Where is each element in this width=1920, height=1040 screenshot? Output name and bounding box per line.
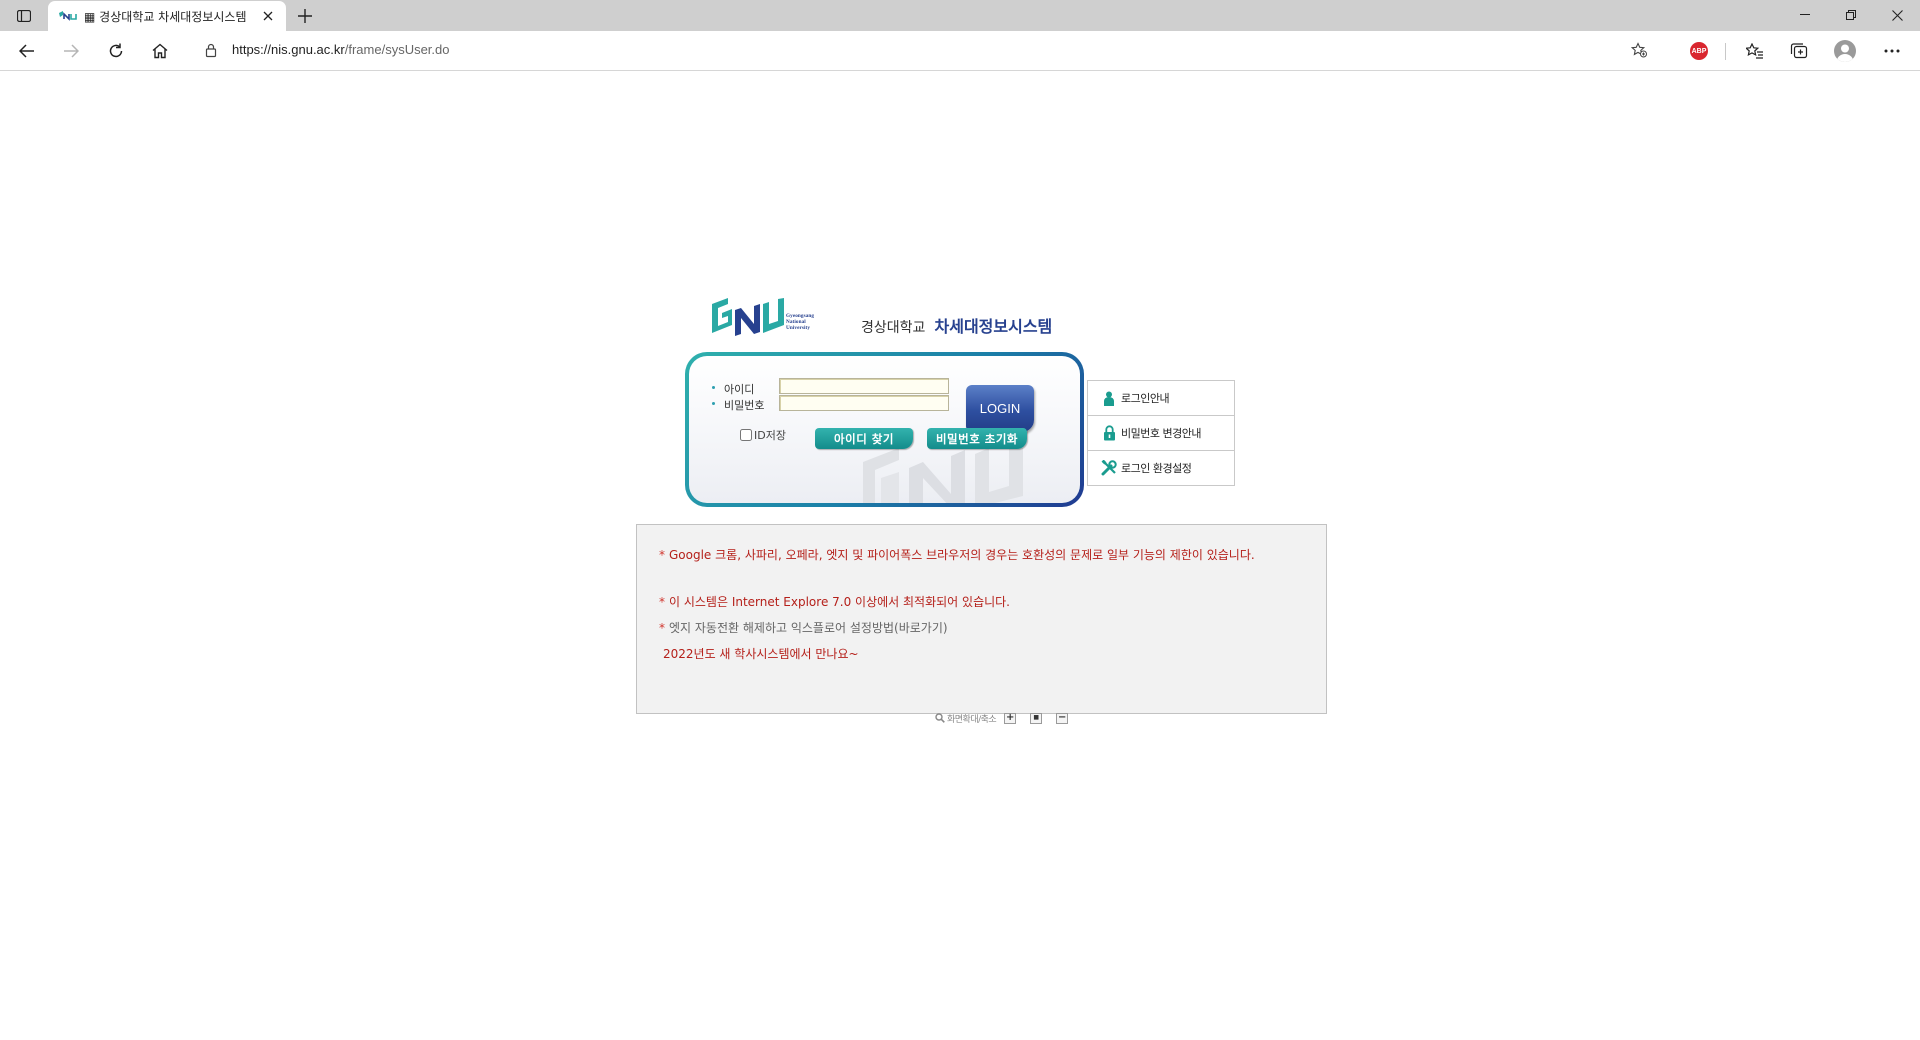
magnifier-icon [935, 713, 945, 723]
zoom-reset-button[interactable]: ■ [1030, 712, 1043, 724]
zoom-out-button[interactable]: − [1056, 712, 1069, 724]
id-label: 아이디 [712, 381, 754, 397]
remember-id-label: ID저장 [754, 429, 786, 442]
home-icon[interactable] [145, 36, 175, 66]
tab-actions-menu-icon[interactable] [10, 5, 38, 27]
forward-arrow-icon[interactable] [56, 36, 86, 66]
new-system-notice: 2022년도 새 학사시스템에서 만나요~ [663, 647, 859, 661]
password-change-guide-link[interactable]: 비밀번호 변경안내 [1087, 416, 1235, 451]
tab-close-icon[interactable] [260, 8, 276, 24]
padlock-icon[interactable] [203, 42, 219, 58]
back-arrow-icon[interactable] [12, 36, 42, 66]
gnu-logo-mark [712, 298, 784, 336]
window-minimize-icon[interactable] [1782, 0, 1828, 30]
tab-title: ▦ 경상대학교 차세대정보시스템 [84, 9, 247, 24]
university-english-name: Gyeongsang National University [786, 313, 815, 331]
gnu-logo-icon [59, 11, 77, 21]
toolbar-divider [1725, 43, 1726, 60]
lock-icon [1101, 425, 1117, 441]
zoom-controls: 화면확대/축소 + ■ − [935, 711, 1082, 725]
address-url[interactable]: https://nis.gnu.ac.kr/frame/sysUser.do [232, 42, 450, 57]
edge-settings-link[interactable]: * 엣지 자동전환 해제하고 익스플로어 설정방법(바로가기) [659, 621, 1299, 636]
reset-password-button[interactable]: 비밀번호 초기화 [927, 428, 1027, 449]
address-bar[interactable]: https://nis.gnu.ac.kr/frame/sysUser.do [187, 35, 1661, 65]
password-input[interactable] [779, 395, 949, 411]
window-close-icon[interactable] [1874, 0, 1920, 30]
gnu-watermark-icon [863, 448, 1023, 503]
system-title: 경상대학교 차세대정보시스템 [861, 313, 1052, 337]
collections-icon[interactable] [1784, 36, 1814, 66]
browser-toolbar: https://nis.gnu.ac.kr/frame/sysUser.do A… [0, 31, 1920, 71]
window-restore-icon[interactable] [1828, 0, 1874, 30]
remember-id-checkbox[interactable] [740, 429, 752, 441]
find-id-button[interactable]: 아이디 찾기 [815, 428, 913, 449]
reload-icon[interactable] [101, 36, 131, 66]
login-button[interactable]: LOGIN [966, 385, 1034, 432]
login-guide-link[interactable]: 로그인안내 [1087, 380, 1235, 416]
tools-icon [1101, 460, 1117, 476]
new-tab-plus-icon[interactable] [294, 5, 316, 27]
remember-id-checkbox-wrap[interactable]: ID저장 [740, 427, 786, 443]
id-input[interactable] [779, 378, 949, 394]
login-help-menu: 로그인안내 비밀번호 변경안내 로그인 환경설정 [1087, 380, 1235, 486]
login-environment-settings-link[interactable]: 로그인 환경설정 [1087, 451, 1235, 486]
system-name: 차세대정보시스템 [934, 317, 1053, 336]
gnu-logo: Gyeongsang National University [710, 298, 840, 338]
person-icon [1101, 390, 1117, 406]
notice-panel: * Google 크롬, 사파리, 오페라, 엣지 및 파이어폭스 브라우저의 경… [636, 524, 1327, 714]
zoom-label: 화면확대/축소 [947, 714, 997, 725]
ie-optimized-notice: * 이 시스템은 Internet Explore 7.0 이상에서 최적화되어 … [659, 595, 1010, 609]
adblock-extension-icon[interactable]: ABP [1684, 36, 1714, 66]
settings-more-icon[interactable] [1877, 36, 1907, 66]
profile-avatar-icon[interactable] [1830, 36, 1860, 66]
browser-tab-active[interactable]: ▦ 경상대학교 차세대정보시스템 [48, 1, 286, 31]
browser-compat-notice: * Google 크롬, 사파리, 오페라, 엣지 및 파이어폭스 브라우저의 경… [659, 548, 1255, 562]
browser-tab-bar: ▦ 경상대학교 차세대정보시스템 [0, 0, 1920, 31]
add-favorite-star-icon[interactable] [1631, 42, 1647, 58]
university-name: 경상대학교 [861, 320, 926, 336]
password-label: 비밀번호 [712, 397, 764, 413]
zoom-in-button[interactable]: + [1004, 712, 1017, 724]
favorites-icon[interactable] [1740, 36, 1770, 66]
